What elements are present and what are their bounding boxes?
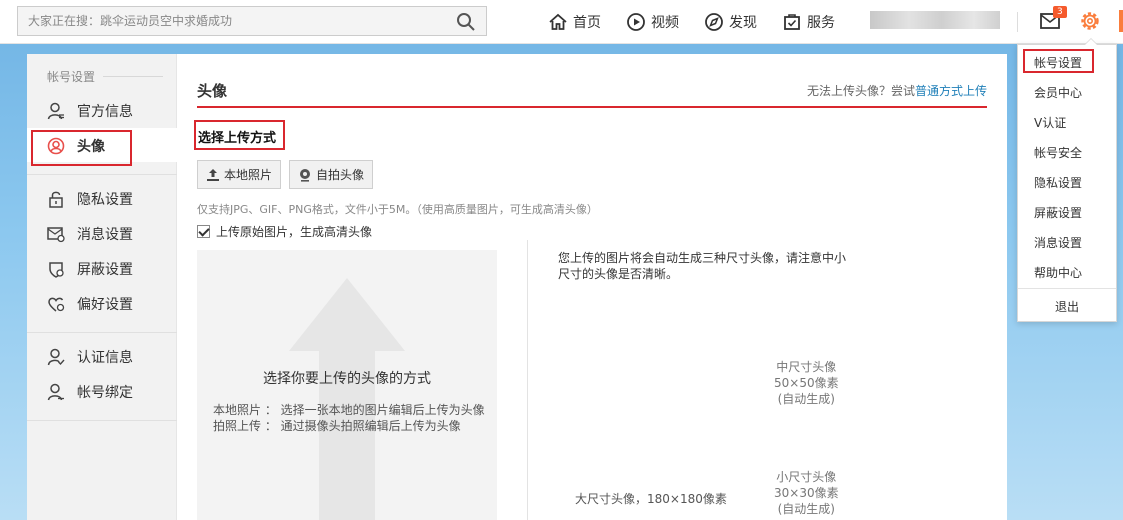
divider — [1017, 12, 1018, 32]
upload-area-title: 选择你要上传的头像的方式 — [263, 371, 431, 387]
search-input[interactable] — [18, 7, 438, 35]
page-title: 头像 — [197, 82, 228, 100]
local-photo-label: 本地照片 — [224, 168, 273, 182]
sidebar: 帐号设置 官方信息 头像 隐私设置 消息设置 屏蔽设置 偏好设置 认证信息 帐号… — [27, 54, 178, 520]
section-divider — [103, 76, 163, 77]
upload-icon — [207, 168, 219, 181]
top-navigation-bar: 首页 视频 发现 服务 3 — [0, 0, 1123, 44]
shield-icon — [49, 262, 64, 278]
selfie-label: 自拍头像 — [316, 168, 365, 182]
checkbox-label: 上传原始图片，生成高清头像 — [216, 225, 373, 239]
camera-icon — [300, 168, 310, 182]
message-icon — [47, 227, 65, 243]
compass-icon — [705, 13, 723, 31]
upload-hint: 无法上传头像？尝试普通方式上传 — [807, 82, 987, 99]
home-icon — [549, 13, 567, 30]
sidebar-item-label: 头像 — [77, 139, 105, 155]
user-info-icon — [47, 102, 64, 120]
medium-size-label: 中尺寸头像 50×50像素 (自动生成) — [774, 359, 839, 407]
local-photo-button[interactable]: 本地照片 — [197, 160, 282, 189]
sidebar-item-block[interactable]: 屏蔽设置 — [47, 254, 133, 284]
sidebar-item-verify[interactable]: 认证信息 — [47, 342, 133, 372]
small-size-note: (自动生成) — [777, 502, 835, 516]
sidebar-item-privacy[interactable]: 隐私设置 — [47, 184, 133, 214]
gear-icon[interactable] — [1079, 10, 1101, 32]
main-nav: 首页 视频 发现 服务 — [548, 0, 860, 44]
sidebar-item-label: 偏好设置 — [77, 297, 133, 313]
upload-method-title: 选择上传方式 — [198, 131, 277, 146]
upload-area[interactable]: 选择你要上传的头像的方式 本地照片 ： 选择一张本地的图片编辑后上传为头像 拍照… — [197, 250, 497, 520]
menu-item-privacy[interactable]: 隐私设置 — [1034, 174, 1082, 191]
sidebar-divider — [27, 174, 177, 175]
upload-desc-camera: 拍照上传 ： 通过摄像头拍照编辑后上传为头像 — [213, 419, 461, 433]
checkbox[interactable] — [197, 225, 210, 238]
nav-service[interactable]: 服务 — [782, 12, 835, 32]
sidebar-section-title: 帐号设置 — [47, 70, 96, 84]
hint-text: 无法上传头像？尝试 — [806, 84, 915, 98]
sidebar-item-official-info[interactable]: 官方信息 — [47, 96, 133, 126]
sidebar-item-bind[interactable]: 帐号绑定 — [47, 377, 133, 407]
preview-divider — [527, 240, 528, 520]
upload-arrow-icon — [289, 278, 405, 520]
sidebar-item-label: 认证信息 — [77, 350, 133, 366]
menu-item-member-center[interactable]: 会员中心 — [1034, 84, 1082, 101]
menu-item-block[interactable]: 屏蔽设置 — [1034, 204, 1082, 221]
sidebar-item-label: 消息设置 — [77, 227, 133, 243]
message-count-badge: 3 — [1053, 6, 1067, 18]
upload-desc-local: 本地照片 ： 选择一张本地的图片编辑后上传为头像 — [213, 403, 485, 417]
menu-item-account-settings[interactable]: 帐号设置 — [1034, 54, 1082, 71]
service-icon — [784, 14, 800, 30]
menu-divider — [1018, 288, 1116, 289]
lock-icon — [49, 191, 63, 208]
hd-checkbox[interactable]: 上传原始图片，生成高清头像 — [197, 223, 372, 240]
search-box — [17, 6, 487, 36]
nav-home-label: 首页 — [573, 15, 601, 31]
format-note: 仅支持JPG、GIF、PNG格式，文件小于5M。（使用高质量图片，可生成高清头像… — [197, 203, 598, 216]
nav-discover-label: 发现 — [729, 15, 757, 31]
sidebar-divider — [27, 420, 177, 421]
settings-panel: 帐号设置 官方信息 头像 隐私设置 消息设置 屏蔽设置 偏好设置 认证信息 帐号… — [27, 54, 1007, 520]
sidebar-divider — [27, 332, 177, 333]
username-blurred[interactable] — [870, 11, 1000, 29]
nav-video[interactable]: 视频 — [626, 12, 679, 32]
menu-item-v-verify[interactable]: V认证 — [1034, 114, 1066, 131]
settings-dropdown: 帐号设置 会员中心 V认证 帐号安全 隐私设置 屏蔽设置 消息设置 帮助中心 退… — [1017, 38, 1117, 322]
video-icon — [627, 13, 645, 31]
search-icon[interactable] — [456, 12, 476, 32]
selfie-button[interactable]: 自拍头像 — [289, 160, 374, 189]
medium-size-dim: 50×50像素 — [774, 376, 839, 390]
main-content: 头像 无法上传头像？尝试普通方式上传 选择上传方式 本地照片 自拍头像 仅支持J… — [178, 54, 1007, 520]
sidebar-item-label: 帐号绑定 — [77, 385, 133, 401]
sidebar-item-label: 隐私设置 — [77, 192, 133, 208]
sidebar-item-preference[interactable]: 偏好设置 — [47, 289, 133, 319]
medium-size-title: 中尺寸头像 — [776, 360, 837, 374]
sidebar-item-message[interactable]: 消息设置 — [47, 219, 133, 249]
sidebar-item-label: 屏蔽设置 — [77, 262, 133, 278]
title-underline — [197, 106, 987, 108]
small-size-dim: 30×30像素 — [774, 486, 839, 500]
accent-edge — [1119, 10, 1123, 32]
heart-gear-icon — [48, 297, 65, 312]
nav-video-label: 视频 — [651, 15, 679, 31]
menu-item-account-security[interactable]: 帐号安全 — [1034, 144, 1082, 161]
bind-icon — [47, 383, 64, 401]
preview-note: 您上传的图片将会自动生成三种尺寸头像，请注意中小尺寸的头像是否清晰。 — [558, 251, 847, 281]
menu-item-help[interactable]: 帮助中心 — [1034, 264, 1082, 281]
sidebar-item-avatar[interactable]: 头像 — [47, 131, 105, 161]
medium-size-note: (自动生成) — [777, 392, 835, 406]
sidebar-item-label: 官方信息 — [77, 104, 133, 120]
small-size-label: 小尺寸头像 30×30像素 (自动生成) — [774, 469, 839, 517]
normal-upload-link[interactable]: 普通方式上传 — [915, 84, 987, 98]
avatar-icon — [47, 137, 65, 155]
verify-icon — [47, 348, 65, 366]
nav-service-label: 服务 — [807, 15, 835, 31]
nav-home[interactable]: 首页 — [548, 12, 601, 32]
large-size-label: 大尺寸头像，180×180像素 — [575, 492, 727, 506]
nav-discover[interactable]: 发现 — [704, 12, 757, 32]
dropdown-caret — [1084, 38, 1098, 45]
small-size-title: 小尺寸头像 — [776, 470, 837, 484]
menu-item-message[interactable]: 消息设置 — [1034, 234, 1082, 251]
logout-button[interactable]: 退出 — [1018, 298, 1116, 315]
